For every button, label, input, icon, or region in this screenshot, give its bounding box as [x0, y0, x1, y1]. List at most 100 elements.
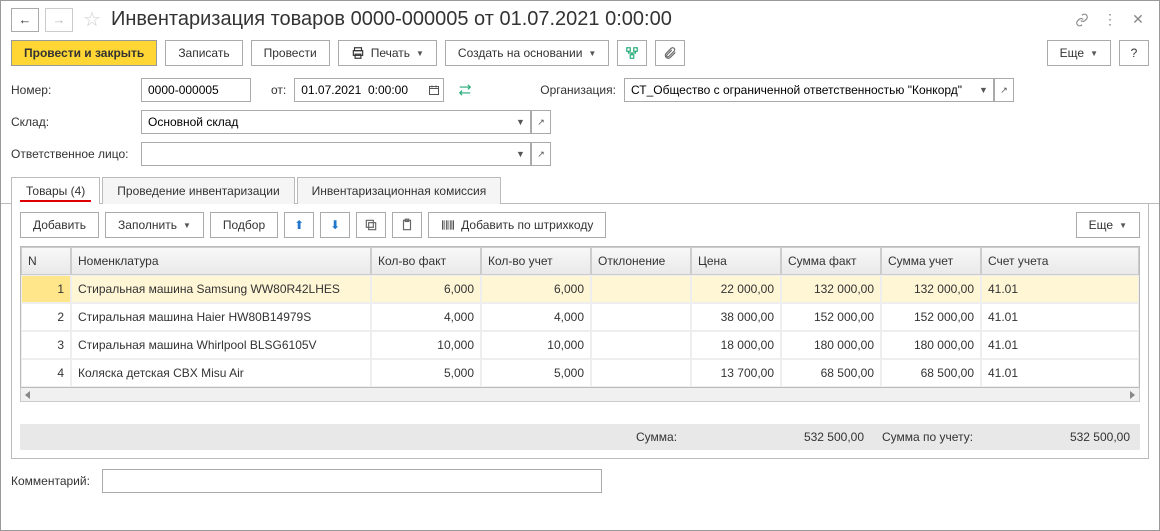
transfer-icon[interactable] — [458, 83, 472, 97]
hierarchy-icon — [625, 46, 639, 60]
total-sum-acc-label: Сумма по учету: — [882, 430, 1002, 444]
org-label: Организация: — [540, 83, 616, 97]
cell-nomen: Стиральная машина Samsung WW80R42LHES — [71, 275, 371, 303]
cell-account: 41.01 — [981, 303, 1139, 331]
col-qty-fact[interactable]: Кол-во факт — [371, 247, 481, 275]
create-based-label: Создать на основании — [458, 46, 583, 60]
open-icon: ↗ — [537, 117, 545, 128]
responsible-dropdown-button[interactable]: ▼ — [511, 142, 531, 166]
printer-icon — [351, 46, 365, 60]
save-label: Записать — [178, 46, 229, 60]
cell-account: 41.01 — [981, 275, 1139, 303]
warehouse-input[interactable] — [141, 110, 511, 134]
cell-price: 38 000,00 — [691, 303, 781, 331]
col-qty-acc[interactable]: Кол-во учет — [481, 247, 591, 275]
responsible-input[interactable] — [141, 142, 511, 166]
chevron-down-icon: ▼ — [979, 85, 988, 95]
org-open-button[interactable]: ↗ — [994, 78, 1014, 102]
favorite-star-icon[interactable]: ☆ — [83, 7, 101, 32]
post-button[interactable]: Провести — [251, 40, 330, 66]
tab-committee[interactable]: Инвентаризационная комиссия — [297, 177, 502, 204]
cell-qty-fact: 4,000 — [371, 303, 481, 331]
table-row[interactable]: 2Стиральная машина Haier HW80B14979S4,00… — [21, 303, 1139, 331]
cell-delta — [591, 275, 691, 303]
add-by-barcode-button[interactable]: Добавить по штрихкоду — [428, 212, 606, 238]
add-row-button[interactable]: Добавить — [20, 212, 99, 238]
move-up-button[interactable]: ⬆ — [284, 212, 314, 238]
org-input[interactable] — [624, 78, 974, 102]
cell-sum-fact: 152 000,00 — [781, 303, 881, 331]
print-button[interactable]: Печать ▼ — [338, 40, 437, 66]
arrow-down-icon: ⬇ — [330, 218, 340, 232]
paste-button[interactable] — [392, 212, 422, 238]
col-price[interactable]: Цена — [691, 247, 781, 275]
col-sum-fact[interactable]: Сумма факт — [781, 247, 881, 275]
fill-button[interactable]: Заполнить ▼ — [105, 212, 204, 238]
responsible-label: Ответственное лицо: — [11, 147, 133, 161]
help-button[interactable]: ? — [1119, 40, 1149, 66]
copy-icon — [364, 218, 378, 232]
link-icon[interactable] — [1071, 9, 1093, 31]
calendar-icon — [428, 84, 440, 96]
copy-button[interactable] — [356, 212, 386, 238]
date-input[interactable] — [294, 78, 424, 102]
col-n[interactable]: N — [21, 247, 71, 275]
org-dropdown-button[interactable]: ▼ — [974, 78, 994, 102]
cell-qty-acc: 4,000 — [481, 303, 591, 331]
close-icon[interactable]: ✕ — [1127, 9, 1149, 31]
cell-sum-fact: 132 000,00 — [781, 275, 881, 303]
cell-delta — [591, 303, 691, 331]
more-label: Еще — [1060, 46, 1084, 60]
horizontal-scrollbar[interactable] — [20, 388, 1140, 402]
table-row[interactable]: 4Коляска детская CBX Misu Air5,0005,0001… — [21, 359, 1139, 387]
page-title: Инвентаризация товаров 0000-000005 от 01… — [111, 8, 1065, 31]
table-row[interactable]: 1Стиральная машина Samsung WW80R42LHES6,… — [21, 275, 1139, 303]
pick-button[interactable]: Подбор — [210, 212, 278, 238]
grid-more-label: Еще — [1089, 218, 1113, 232]
pick-label: Подбор — [223, 218, 265, 232]
responsible-open-button[interactable]: ↗ — [531, 142, 551, 166]
fill-label: Заполнить — [118, 218, 177, 232]
tab-goods[interactable]: Товары (4) — [11, 177, 100, 204]
arrow-left-icon: ← — [19, 12, 32, 27]
cell-account: 41.01 — [981, 331, 1139, 359]
from-label: от: — [271, 83, 286, 97]
cell-qty-fact: 10,000 — [371, 331, 481, 359]
nav-back-button[interactable]: ← — [11, 8, 39, 32]
col-delta[interactable]: Отклонение — [591, 247, 691, 275]
comment-input[interactable] — [102, 469, 602, 493]
col-nomen[interactable]: Номенклатура — [71, 247, 371, 275]
create-based-on-button[interactable]: Создать на основании ▼ — [445, 40, 609, 66]
attach-button[interactable] — [655, 40, 685, 66]
grid-more-button[interactable]: Еще ▼ — [1076, 212, 1140, 238]
warehouse-open-button[interactable]: ↗ — [531, 110, 551, 134]
kebab-menu-icon[interactable]: ⋮ — [1099, 9, 1121, 31]
open-icon: ↗ — [1000, 85, 1008, 96]
move-down-button[interactable]: ⬇ — [320, 212, 350, 238]
nav-forward-button[interactable]: → — [45, 8, 73, 32]
paperclip-icon — [663, 46, 677, 60]
total-sum-value: 532 500,00 — [754, 430, 864, 444]
col-sum-acc[interactable]: Сумма учет — [881, 247, 981, 275]
open-icon: ↗ — [537, 149, 545, 160]
chevron-down-icon: ▼ — [183, 221, 191, 230]
tab-inventory[interactable]: Проведение инвентаризации — [102, 177, 294, 204]
table-row[interactable]: 3Стиральная машина Whirlpool BLSG6105V10… — [21, 331, 1139, 359]
number-input[interactable] — [141, 78, 251, 102]
more-button[interactable]: Еще ▼ — [1047, 40, 1111, 66]
cell-sum-acc: 152 000,00 — [881, 303, 981, 331]
cell-qty-fact: 6,000 — [371, 275, 481, 303]
cell-price: 22 000,00 — [691, 275, 781, 303]
cell-account: 41.01 — [981, 359, 1139, 387]
warehouse-dropdown-button[interactable]: ▼ — [511, 110, 531, 134]
col-account[interactable]: Счет учета — [981, 247, 1139, 275]
calendar-button[interactable] — [424, 78, 444, 102]
chevron-down-icon: ▼ — [1090, 49, 1098, 58]
cell-delta — [591, 331, 691, 359]
cell-qty-fact: 5,000 — [371, 359, 481, 387]
structure-button[interactable] — [617, 40, 647, 66]
cell-n: 1 — [21, 275, 71, 303]
number-label: Номер: — [11, 83, 133, 97]
save-button[interactable]: Записать — [165, 40, 242, 66]
post-and-close-button[interactable]: Провести и закрыть — [11, 40, 157, 66]
